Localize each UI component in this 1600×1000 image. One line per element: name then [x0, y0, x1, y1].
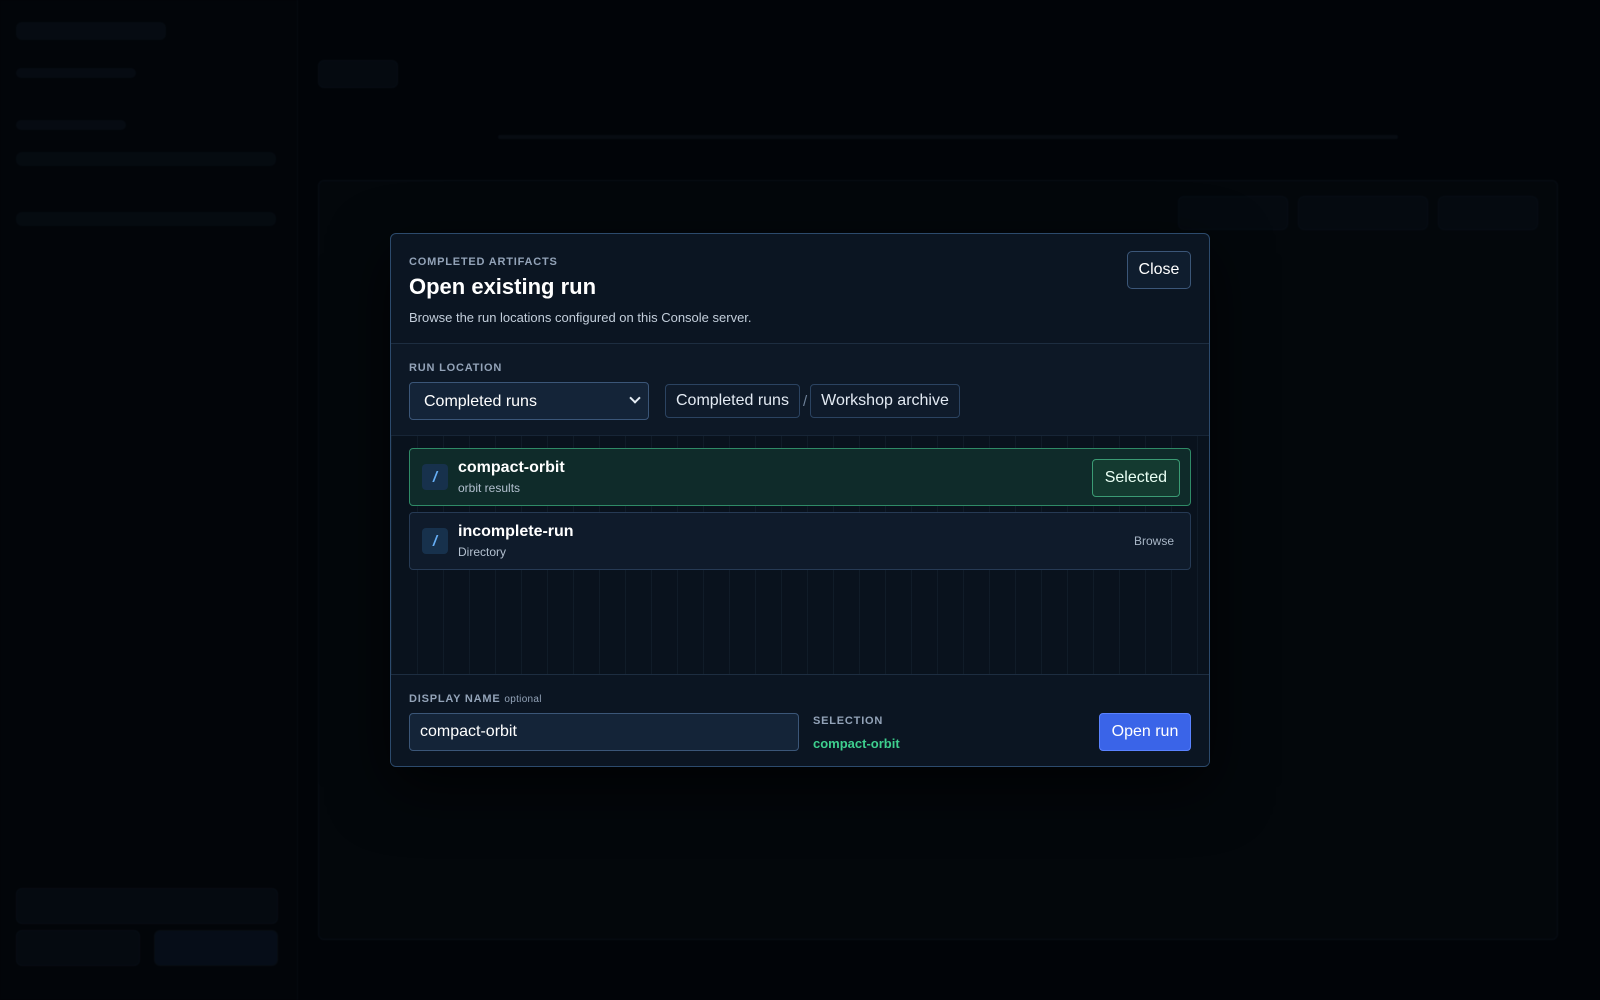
run-item-compact-orbit[interactable]: / compact-orbit orbit results Selected [409, 448, 1191, 506]
run-list: / compact-orbit orbit results Selected /… [391, 436, 1209, 676]
run-item-text: compact-orbit orbit results [458, 459, 565, 495]
folder-icon: / [422, 528, 448, 554]
dialog-title: Open existing run [409, 274, 597, 299]
run-location-row: Completed runs Completed runs / Workshop… [409, 382, 1191, 420]
display-name-label-text: DISPLAY NAME [409, 693, 501, 705]
open-run-dialog: COMPLETED ARTIFACTS Open existing run Br… [390, 233, 1210, 767]
selection-value: compact-orbit [813, 736, 900, 751]
browse-link[interactable]: Browse [1134, 534, 1174, 548]
folder-icon: / [422, 464, 448, 490]
run-location-section: RUN LOCATION Completed runs Completed ru… [391, 344, 1209, 436]
breadcrumb: Completed runs / Workshop archive [665, 384, 960, 418]
selection-label: SELECTION [813, 715, 884, 727]
run-item-name: compact-orbit [458, 459, 565, 476]
run-item-meta: Directory [458, 545, 507, 559]
selection-summary: SELECTION compact-orbit [813, 715, 900, 751]
open-run-button[interactable]: Open run [1099, 713, 1191, 751]
run-item-incomplete-run[interactable]: / incomplete-run Directory Browse [409, 512, 1191, 570]
breadcrumb-workshop-archive[interactable]: Workshop archive [810, 384, 960, 418]
breadcrumb-separator: / [802, 392, 808, 410]
run-item-meta: orbit results [458, 481, 521, 495]
dialog-footer: DISPLAY NAME optional SELECTION compact-… [391, 674, 1209, 766]
run-location-select-wrap: Completed runs [409, 382, 649, 420]
display-name-label: DISPLAY NAME optional [409, 693, 1191, 705]
breadcrumb-completed-runs[interactable]: Completed runs [665, 384, 800, 418]
run-item-name: incomplete-run [458, 523, 574, 540]
display-name-optional: optional [504, 694, 542, 705]
run-location-label: RUN LOCATION [409, 362, 503, 374]
display-name-input[interactable] [409, 713, 799, 751]
selected-badge[interactable]: Selected [1091, 459, 1180, 497]
dialog-eyebrow: COMPLETED ARTIFACTS [409, 256, 558, 268]
dialog-subtitle: Browse the run locations configured on t… [409, 310, 752, 325]
run-item-text: incomplete-run Directory [458, 523, 574, 559]
run-location-select[interactable]: Completed runs [409, 382, 649, 420]
dialog-header: COMPLETED ARTIFACTS Open existing run Br… [391, 234, 1209, 344]
close-button[interactable]: Close [1127, 251, 1191, 289]
